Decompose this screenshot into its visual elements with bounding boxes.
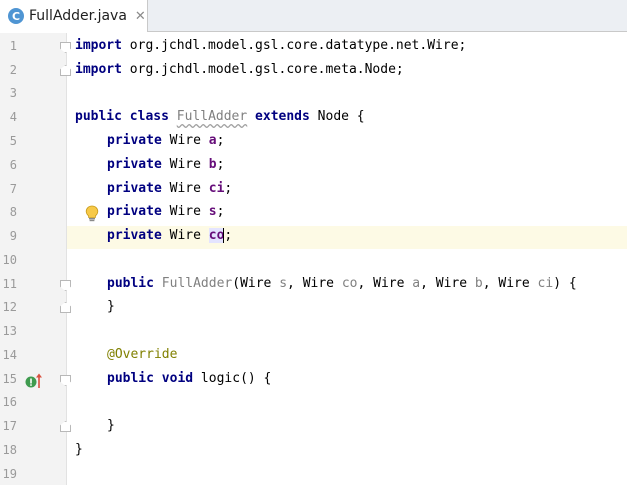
line-number: 19 xyxy=(2,467,17,481)
line-number: 1 xyxy=(9,39,17,53)
fold-marker-icon[interactable] xyxy=(60,375,71,386)
fold-marker-icon[interactable] xyxy=(60,42,71,53)
line-number: 7 xyxy=(9,182,17,196)
line-number: 8 xyxy=(9,205,17,219)
fold-marker-icon[interactable] xyxy=(60,302,71,313)
code-text: public void logic() { xyxy=(107,371,272,386)
code-line[interactable]: 4 public class FullAdder extends Node { xyxy=(0,107,627,130)
code-text: private Wire a; xyxy=(107,133,225,148)
code-line[interactable]: 2 import org.jchdl.model.gsl.core.meta.N… xyxy=(0,60,627,83)
tab-label: FullAdder.java xyxy=(29,8,127,24)
code-line[interactable]: 17 } xyxy=(0,416,627,439)
line-number: 16 xyxy=(2,395,17,409)
code-line[interactable]: 8 private Wire s; xyxy=(0,202,627,225)
code-text: } xyxy=(107,418,115,433)
fold-marker-icon[interactable] xyxy=(60,280,71,291)
code-line[interactable]: 12 } xyxy=(0,297,627,320)
class-name: FullAdder xyxy=(176,109,248,124)
code-text: } xyxy=(107,299,115,314)
line-number: 3 xyxy=(9,86,17,100)
code-line-current[interactable]: 9 private Wire co; xyxy=(0,226,627,249)
line-number: 11 xyxy=(2,277,17,291)
code-line[interactable]: 14 @Override xyxy=(0,345,627,368)
line-number: 6 xyxy=(9,158,17,172)
line-number: 17 xyxy=(2,419,17,433)
code-text: private Wire b; xyxy=(107,157,225,172)
code-text: private Wire s; xyxy=(107,204,225,219)
code-text: import org.jchdl.model.gsl.core.datatype… xyxy=(75,38,467,53)
close-icon[interactable]: ✕ xyxy=(135,9,146,24)
annotation-text: @Override xyxy=(107,347,178,362)
fold-marker-icon[interactable] xyxy=(60,421,71,432)
line-number: 12 xyxy=(2,300,17,314)
line-number: 15 xyxy=(2,372,17,386)
code-line[interactable]: 19 xyxy=(0,464,627,485)
code-text: public class FullAdder extends Node { xyxy=(75,109,365,124)
selected-word: co xyxy=(208,228,225,243)
code-line[interactable]: 1 import org.jchdl.model.gsl.core.dataty… xyxy=(0,36,627,59)
code-line[interactable]: 18 } xyxy=(0,440,627,463)
override-up-arrow-icon[interactable] xyxy=(25,373,43,389)
lightbulb-icon[interactable] xyxy=(85,205,99,222)
code-line[interactable]: 13 xyxy=(0,321,627,344)
tab-fulladder-java[interactable]: C FullAdder.java ✕ xyxy=(0,0,148,32)
line-number: 2 xyxy=(9,63,17,77)
code-line[interactable]: 6 private Wire b; xyxy=(0,155,627,178)
line-number: 18 xyxy=(2,443,17,457)
code-line[interactable]: 3 xyxy=(0,83,627,106)
code-editor[interactable]: 1 import org.jchdl.model.gsl.core.dataty… xyxy=(0,33,627,485)
code-line[interactable]: 5 private Wire a; xyxy=(0,131,627,154)
code-text: private Wire co; xyxy=(107,228,233,243)
code-text: import org.jchdl.model.gsl.core.meta.Nod… xyxy=(75,62,404,77)
code-text: } xyxy=(75,442,83,457)
fold-marker-icon[interactable] xyxy=(60,65,71,76)
line-number: 5 xyxy=(9,134,17,148)
java-class-icon: C xyxy=(8,8,24,24)
line-number: 9 xyxy=(9,229,17,243)
editor-tab-bar: C FullAdder.java ✕ xyxy=(0,0,627,32)
line-number: 10 xyxy=(2,253,17,267)
code-line[interactable]: 10 xyxy=(0,250,627,273)
code-line[interactable]: 7 private Wire ci; xyxy=(0,179,627,202)
code-text: private Wire ci; xyxy=(107,181,233,196)
line-number: 14 xyxy=(2,348,17,362)
code-text: public FullAdder(Wire s, Wire co, Wire a… xyxy=(107,276,577,291)
code-line[interactable]: 16 xyxy=(0,392,627,415)
code-line[interactable]: 11 public FullAdder(Wire s, Wire co, Wir… xyxy=(0,274,627,297)
line-number: 13 xyxy=(2,324,17,338)
code-line[interactable]: 15 public void logic() { xyxy=(0,369,627,392)
line-number: 4 xyxy=(9,110,17,124)
